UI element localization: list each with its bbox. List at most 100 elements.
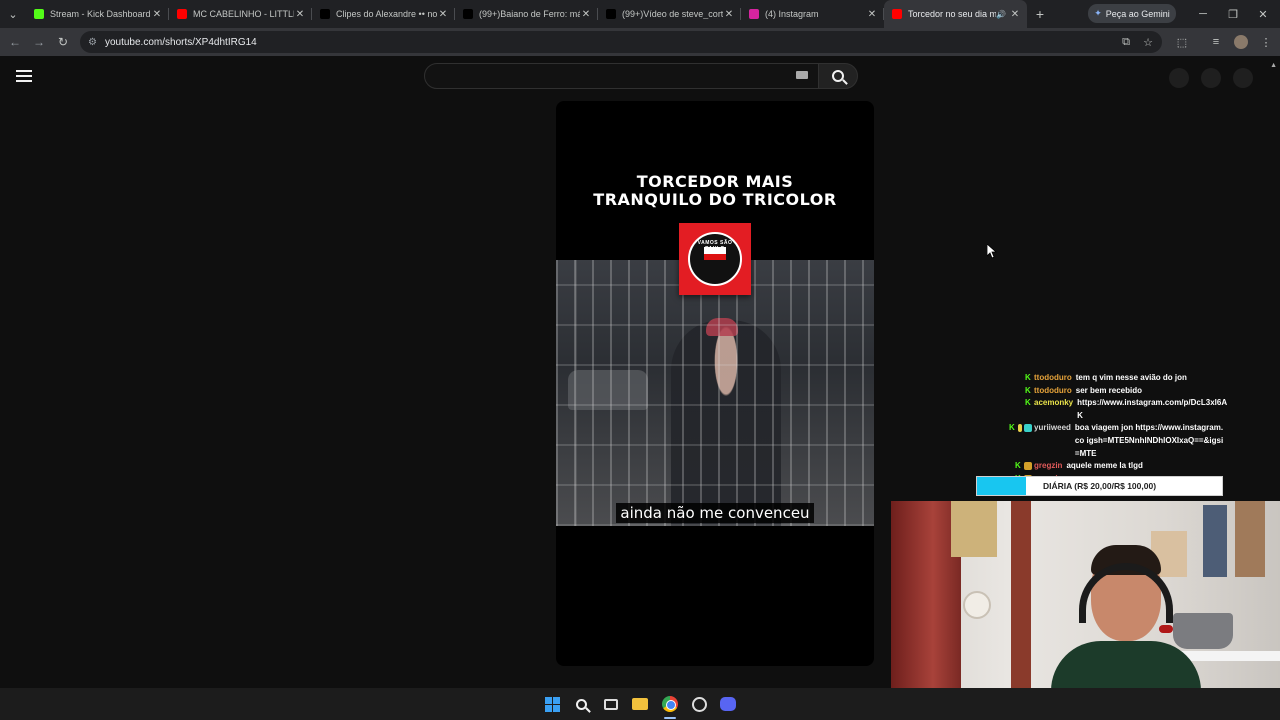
browser-tab[interactable]: MC CABELINHO - LITTLE H✕ xyxy=(169,0,312,28)
media-controls-icon[interactable]: ≡ xyxy=(1202,28,1230,56)
forward-icon[interactable]: → xyxy=(27,30,51,54)
file-explorer-icon[interactable] xyxy=(631,695,649,713)
chat-badges: K xyxy=(1000,372,1034,382)
extensions-icon[interactable]: ⬚ xyxy=(1168,28,1196,56)
tab-title: (4) Instagram xyxy=(765,9,819,19)
tab-title: Stream - Kick Dashboard xyxy=(50,9,151,19)
tiktok-icon xyxy=(606,9,616,19)
chrome-taskbar-icon[interactable] xyxy=(661,695,679,713)
youtube-icon xyxy=(177,9,187,19)
search-input[interactable] xyxy=(424,63,819,89)
fence-bars xyxy=(556,260,874,526)
reload-icon[interactable]: ↻ xyxy=(51,30,75,54)
wall-poster xyxy=(1235,501,1265,577)
taskbar-search-icon[interactable] xyxy=(572,695,590,713)
site-info-icon[interactable]: ⚙ xyxy=(88,37,97,48)
video-headline: TORCEDOR MAIS TRANQUILO DO TRICOLOR xyxy=(556,173,874,209)
chat-message: Kttododuro tem q vim nesse avião do jon xyxy=(1000,372,1230,385)
tiktok-icon xyxy=(463,9,473,19)
guide-menu-icon[interactable] xyxy=(14,68,34,84)
tab-title: Torcedor no seu dia ma xyxy=(908,9,997,19)
tab-audio-icon[interactable]: 🔊 xyxy=(996,10,1006,19)
chat-username: gregzin xyxy=(1034,461,1063,471)
gemini-icon: ✦ xyxy=(1094,8,1102,18)
chat-text: boa viagem jon https://www.instagram.co … xyxy=(1074,423,1224,458)
minimize-icon[interactable]: ─ xyxy=(1188,0,1218,28)
chat-message: Kgregzin aquele meme la tlgd xyxy=(1000,460,1230,473)
chat-badges: K xyxy=(1000,422,1034,433)
headset-mic xyxy=(1159,625,1173,633)
youtube-icon xyxy=(892,9,902,19)
discord-taskbar-icon[interactable] xyxy=(719,695,737,713)
close-window-icon[interactable]: ✕ xyxy=(1248,0,1278,28)
create-icon[interactable] xyxy=(1169,68,1189,88)
x-icon xyxy=(320,9,330,19)
kick-badge-icon: K xyxy=(1025,373,1031,382)
search-button[interactable] xyxy=(818,63,858,89)
tab-close-icon[interactable]: ✕ xyxy=(294,9,306,20)
instagram-icon xyxy=(749,9,759,19)
browser-tab[interactable]: (4) Instagram ✕ xyxy=(741,0,884,28)
tab-close-icon[interactable]: ✕ xyxy=(866,9,878,20)
notifications-icon[interactable] xyxy=(1201,68,1221,88)
kick-badge-icon: K xyxy=(1025,385,1031,395)
address-bar[interactable]: ⚙ youtube.com/shorts/XP4dhtIRG14 xyxy=(80,31,1162,53)
wall-poster xyxy=(1203,505,1227,577)
task-view-icon[interactable] xyxy=(602,695,620,713)
start-menu-icon[interactable] xyxy=(543,695,561,713)
kick-icon xyxy=(34,9,44,19)
shorts-video-player[interactable]: TORCEDOR MAIS TRANQUILO DO TRICOLOR VAMO… xyxy=(556,101,874,666)
tab-title: (99+)Baiano de Ferro: máq xyxy=(479,9,580,19)
tab-close-icon[interactable]: ✕ xyxy=(151,9,163,20)
chat-text: https://www.instagram.com/p/DcL3xl6AK xyxy=(1077,398,1228,420)
mouse-cursor-icon xyxy=(987,244,997,259)
back-icon[interactable]: ← xyxy=(3,30,27,54)
tab-search-icon[interactable]: ⌄ xyxy=(0,0,26,28)
chat-username: ttododuro xyxy=(1034,373,1072,382)
chat-username: yuriiweed xyxy=(1034,423,1071,433)
kick-badge-icon: K xyxy=(1009,423,1015,433)
keyboard-icon[interactable] xyxy=(796,71,808,79)
chat-badges: K xyxy=(1000,397,1034,407)
gemini-label: Peça ao Gemini xyxy=(1105,8,1170,19)
tab-close-icon[interactable]: ✕ xyxy=(723,9,735,20)
windows-taskbar xyxy=(0,688,1280,720)
browser-tab[interactable]: (99+)Vídeo de steve_corte ✕ xyxy=(598,0,741,28)
scrollbar-up-arrow[interactable]: ▲ xyxy=(1270,62,1277,69)
gemini-button[interactable]: ✦ Peça ao Gemini xyxy=(1088,4,1176,23)
chat-message: Kyuriiweed boa viagem jon https://www.ins… xyxy=(1000,422,1230,460)
wall-clock xyxy=(963,591,991,619)
tab-title: (99+)Vídeo de steve_corte xyxy=(622,9,723,19)
tab-close-icon[interactable]: ✕ xyxy=(580,9,592,20)
profile-avatar-icon[interactable] xyxy=(1227,28,1255,56)
chat-badges: K xyxy=(1000,460,1034,471)
tab-close-icon[interactable]: ✕ xyxy=(1009,9,1021,20)
goal-label: DIÁRIA (R$ 20,00/R$ 100,00) xyxy=(1042,481,1157,491)
tab-title: Clipes do Alexandre •• no xyxy=(336,9,437,19)
active-app-indicator xyxy=(664,717,676,719)
browser-tab[interactable]: Torcedor no seu dia ma 🔊 ✕ xyxy=(884,0,1027,28)
account-avatar[interactable] xyxy=(1233,68,1253,88)
browser-tab[interactable]: Clipes do Alexandre •• no ✕ xyxy=(312,0,455,28)
tab-close-icon[interactable]: ✕ xyxy=(437,9,449,20)
tab-list: Stream - Kick Dashboard ✕ MC CABELINHO - L… xyxy=(26,0,1027,28)
club-seal: VAMOS SÃO PAULO xyxy=(688,232,742,286)
chat-username: ttododuro xyxy=(1034,385,1072,395)
kick-badge-icon: K xyxy=(1025,398,1031,408)
chat-text: ser bem recebido xyxy=(1075,385,1143,395)
browser-tab[interactable]: Stream - Kick Dashboard ✕ xyxy=(26,0,169,28)
video-frame xyxy=(556,260,874,526)
caption-text: ainda não me convenceu xyxy=(616,503,814,523)
headline-line-2: TRANQUILO DO TRICOLOR xyxy=(593,190,837,209)
browser-menu-icon[interactable]: ⋮ xyxy=(1252,28,1280,56)
club-shield-icon xyxy=(704,247,726,271)
browser-tab[interactable]: (99+)Baiano de Ferro: máq ✕ xyxy=(455,0,598,28)
chat-text: aquele meme la tlgd xyxy=(1066,461,1143,471)
wall-poster xyxy=(951,501,997,557)
vip-badge-icon xyxy=(1024,462,1032,471)
obs-taskbar-icon[interactable] xyxy=(690,695,708,713)
bookmark-star-icon[interactable]: ☆ xyxy=(1134,28,1162,56)
restore-icon[interactable]: ❐ xyxy=(1218,0,1248,28)
new-tab-icon[interactable]: + xyxy=(1027,0,1053,28)
chat-text: tem q vim nesse avião do jon xyxy=(1075,373,1187,382)
